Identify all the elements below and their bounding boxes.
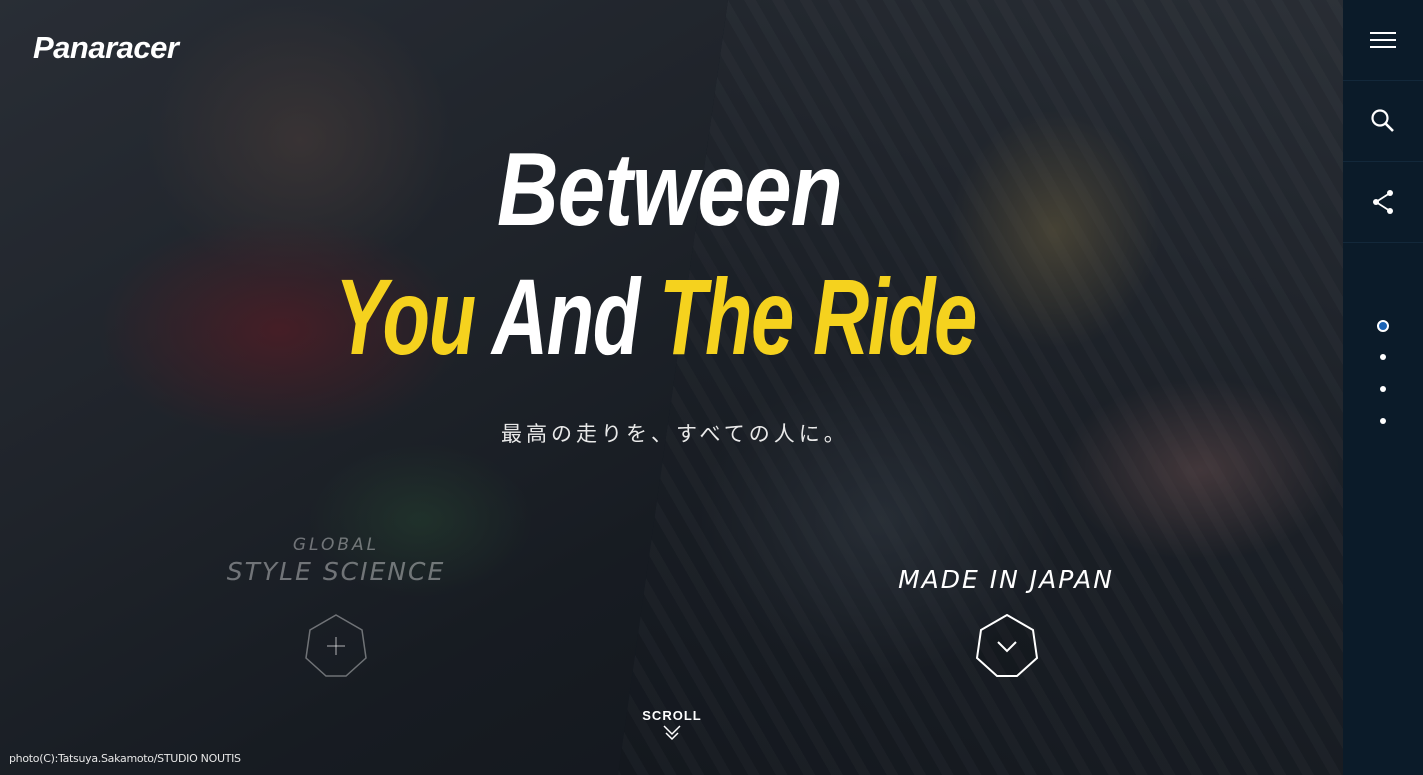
share-icon bbox=[1373, 190, 1393, 214]
page-dot-4[interactable] bbox=[1380, 418, 1386, 424]
search-icon bbox=[1371, 109, 1394, 132]
scroll-indicator[interactable]: SCROLL bbox=[642, 708, 702, 747]
double-chevron-down-icon bbox=[663, 725, 681, 741]
photo-credit: photo(C):Tatsuya.Sakamoto/STUDIO NOUTIS bbox=[9, 752, 241, 765]
sidebar bbox=[1343, 0, 1423, 775]
feature-title: STYLE SCIENCE bbox=[226, 557, 446, 586]
page-dot-1[interactable] bbox=[1377, 320, 1389, 332]
page-dot-3[interactable] bbox=[1380, 386, 1386, 392]
plus-icon[interactable] bbox=[304, 614, 368, 678]
feature-small-label: GLOBAL bbox=[292, 535, 380, 555]
headline-between: Between bbox=[497, 132, 843, 248]
feature-made-in-japan[interactable]: MADE IN JAPAN bbox=[870, 565, 1142, 595]
chevron-down-icon[interactable] bbox=[975, 614, 1039, 678]
scroll-label: SCROLL bbox=[642, 708, 702, 723]
hamburger-menu-icon bbox=[1370, 32, 1396, 48]
menu-button[interactable] bbox=[1343, 0, 1423, 81]
feature-title: MADE IN JAPAN bbox=[898, 565, 1114, 594]
page-dot-2[interactable] bbox=[1380, 354, 1386, 360]
search-button[interactable] bbox=[1343, 81, 1423, 162]
feature-global-style-science[interactable]: GLOBAL STYLE SCIENCE bbox=[200, 535, 472, 587]
hero-tagline: 最高の走りを、すべての人に。 bbox=[501, 422, 849, 446]
share-button[interactable] bbox=[1343, 162, 1423, 243]
headline-you: You bbox=[335, 256, 476, 377]
panaracer-logo[interactable]: Panaracer bbox=[33, 30, 179, 66]
headline-the-ride: The Ride bbox=[658, 256, 977, 377]
headline-and: And bbox=[491, 256, 640, 377]
hero-overlay bbox=[0, 0, 1343, 775]
headline-row-2: You And The Ride bbox=[335, 263, 977, 371]
hero-section: Panaracer Between You And The Ride 最高の走り… bbox=[0, 0, 1343, 775]
